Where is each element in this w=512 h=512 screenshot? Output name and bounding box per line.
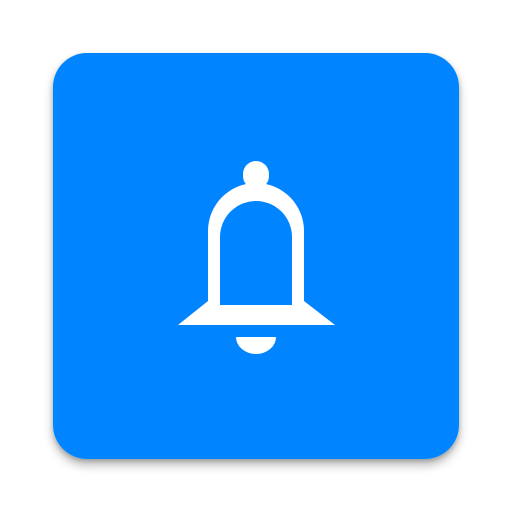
app-icon[interactable] xyxy=(53,53,459,459)
bell-icon xyxy=(53,53,459,459)
icon-stage xyxy=(0,0,512,512)
icon-background xyxy=(53,53,459,459)
